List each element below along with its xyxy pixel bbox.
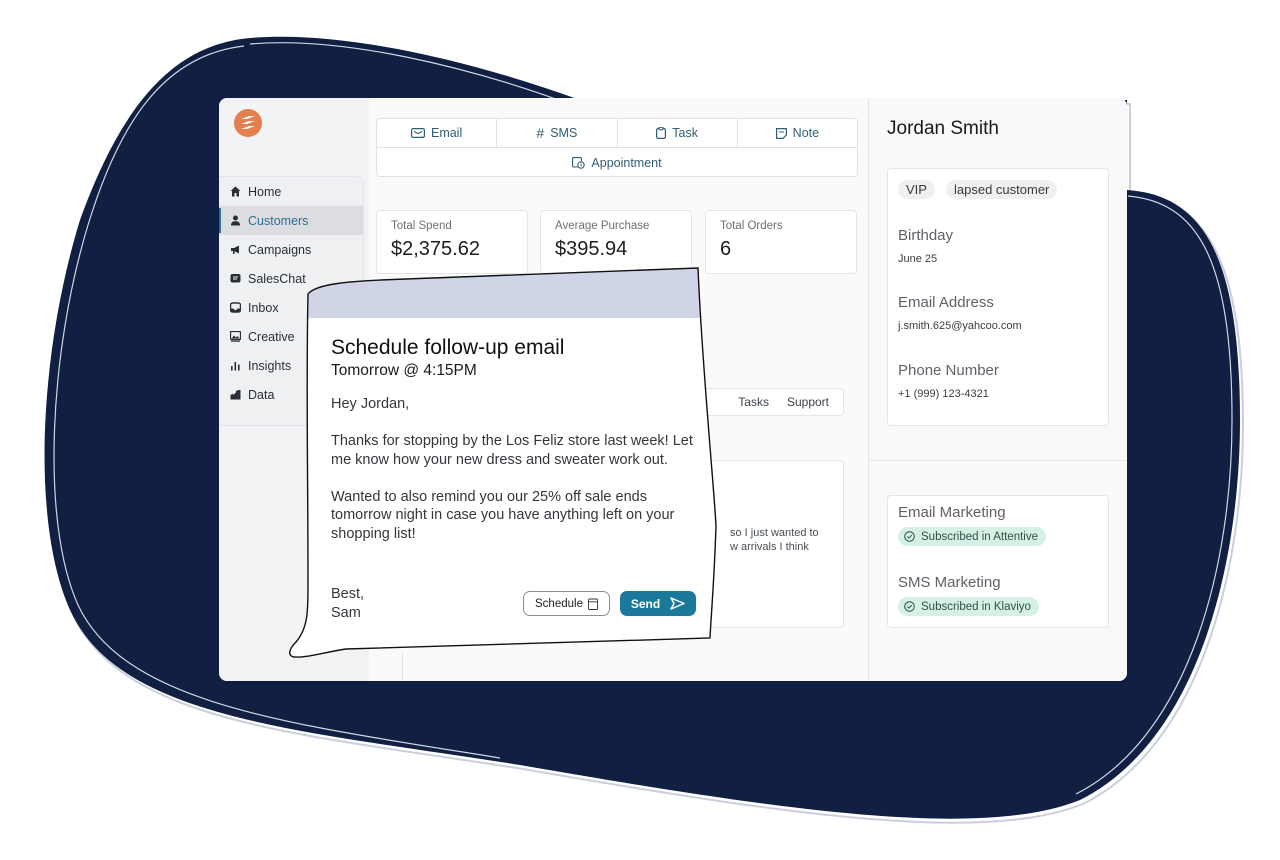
- data-icon: [229, 389, 241, 401]
- sms-action-button[interactable]: # SMS: [497, 119, 618, 147]
- schedule-button[interactable]: Schedule: [523, 591, 610, 616]
- appointment-action-label: Appointment: [591, 155, 662, 170]
- calendar-icon: [588, 598, 598, 610]
- appointment-action-button[interactable]: Appointment: [377, 148, 857, 177]
- popup-scheduled-time: Tomorrow @ 4:15PM: [331, 362, 477, 379]
- customer-profile-panel: Jordan Smith VIP lapsed customer Birthda…: [868, 98, 1127, 681]
- sidebar-item-label: Insights: [248, 358, 292, 373]
- check-circle-icon: [904, 531, 915, 542]
- email-label: Email Address: [898, 294, 994, 311]
- tag-vip[interactable]: VIP: [898, 180, 935, 199]
- stat-label: Total Orders: [720, 220, 783, 232]
- sms-action-label: SMS: [550, 126, 578, 140]
- home-icon: [229, 186, 241, 198]
- stat-value: $2,375.62: [391, 238, 480, 260]
- marketing-card: Email Marketing Subscribed in Attentive …: [887, 495, 1109, 628]
- bar-chart-icon: [229, 360, 241, 372]
- email-paragraph: Thanks for stopping by the Los Feliz sto…: [331, 433, 693, 468]
- action-bar: Email # SMS Task Note Appointment: [376, 118, 858, 177]
- task-action-button[interactable]: Task: [618, 119, 738, 147]
- email-action-button[interactable]: Email: [377, 119, 498, 147]
- sidebar-item-home[interactable]: Home: [219, 177, 363, 206]
- calendar-clock-icon: [572, 156, 586, 169]
- sidebar-item-label: Customers: [248, 213, 309, 228]
- check-circle-icon: [904, 601, 915, 612]
- brand-logo-icon[interactable]: [234, 109, 262, 137]
- send-arrow-icon: [670, 597, 685, 610]
- stat-label: Average Purchase: [555, 220, 650, 232]
- phone-label: Phone Number: [898, 362, 999, 379]
- sidebar-item-customers[interactable]: Customers: [219, 206, 363, 235]
- stat-card-total-spend: Total Spend $2,375.62: [376, 210, 528, 274]
- email-greeting: Hey Jordan,: [331, 396, 410, 412]
- tab-support[interactable]: Support: [787, 395, 829, 409]
- clipboard-icon: [656, 127, 667, 139]
- email-value[interactable]: j.smith.625@yahcoo.com: [898, 320, 1022, 332]
- image-icon: [229, 331, 241, 343]
- sidebar-item-campaigns[interactable]: Campaigns: [219, 235, 363, 264]
- envelope-icon: [410, 128, 425, 138]
- note-action-label: Note: [792, 126, 820, 140]
- tab-tasks[interactable]: Tasks: [738, 395, 769, 409]
- message-preview-text: so I just wanted to w arrivals I think: [730, 527, 819, 553]
- user-icon: [229, 215, 241, 227]
- panel-divider: [869, 460, 1127, 461]
- sticky-note-icon: [775, 127, 787, 139]
- email-marketing-label: Email Marketing: [898, 504, 1006, 521]
- birthday-value: June 25: [898, 253, 938, 265]
- email-action-label: Email: [430, 126, 463, 140]
- sms-subscription-badge: Subscribed in Klaviyo: [898, 597, 1039, 616]
- tag-lapsed-customer[interactable]: lapsed customer: [946, 180, 1058, 199]
- task-action-label: Task: [672, 126, 698, 140]
- note-action-button[interactable]: Note: [738, 119, 857, 147]
- stat-card-total-orders: Total Orders 6: [705, 210, 857, 274]
- customer-name: Jordan Smith: [887, 118, 999, 139]
- stat-card-average-purchase: Average Purchase $395.94: [540, 210, 692, 274]
- send-button[interactable]: Send: [620, 591, 696, 616]
- chat-icon: [229, 273, 241, 285]
- sidebar-item-label: Campaigns: [248, 242, 312, 257]
- sidebar-item-label: Inbox: [248, 300, 279, 315]
- sidebar-item-label: Home: [248, 184, 282, 199]
- email-paragraph: Wanted to also remind you our 25% off sa…: [331, 488, 675, 542]
- stat-value: 6: [720, 238, 732, 260]
- stat-value: $395.94: [555, 238, 628, 260]
- sidebar-item-label: Data: [248, 387, 275, 402]
- sms-marketing-label: SMS Marketing: [898, 574, 1001, 591]
- popup-title: Schedule follow-up email: [331, 336, 565, 359]
- popup-header-band: [289, 268, 717, 318]
- stat-label: Total Spend: [391, 220, 452, 232]
- inbox-icon: [229, 302, 241, 314]
- phone-value[interactable]: +1 (999) 123-4321: [898, 388, 989, 400]
- email-body[interactable]: Hey Jordan, Thanks for stopping by the L…: [331, 395, 711, 562]
- email-subscription-badge: Subscribed in Attentive: [898, 527, 1046, 546]
- schedule-email-popup: Schedule follow-up email Tomorrow @ 4:15…: [286, 266, 726, 662]
- megaphone-icon: [229, 244, 241, 256]
- hash-icon: #: [536, 125, 545, 141]
- customer-info-card: VIP lapsed customer Birthday June 25 Ema…: [887, 168, 1109, 426]
- email-signature: Best, Sam: [331, 586, 365, 621]
- birthday-label: Birthday: [898, 227, 954, 244]
